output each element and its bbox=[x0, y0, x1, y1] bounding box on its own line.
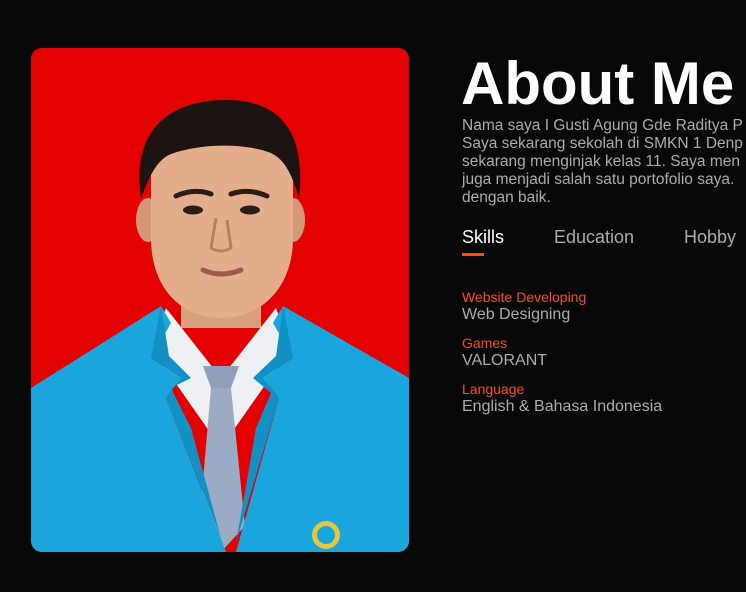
bio-line: dengan baik. bbox=[462, 189, 551, 206]
skill-value: Web Designing bbox=[462, 306, 571, 323]
active-tab-indicator bbox=[462, 253, 484, 256]
tab-hobby[interactable]: Hobby bbox=[684, 226, 736, 248]
list-item: Games VALORANT bbox=[462, 335, 547, 370]
skill-category: Games bbox=[462, 335, 508, 351]
skill-value: English & Bahasa Indonesia bbox=[462, 398, 663, 415]
skill-category: Language bbox=[462, 381, 525, 397]
profile-photo-illustration bbox=[31, 48, 409, 552]
skill-category: Website Developing bbox=[462, 289, 587, 305]
profile-photo bbox=[31, 48, 409, 552]
page-title: About Me bbox=[461, 50, 735, 117]
list-item: Website Developing Web Designing bbox=[462, 289, 586, 324]
tab-education[interactable]: Education bbox=[554, 226, 634, 248]
tab-skills[interactable]: Skills bbox=[462, 226, 504, 248]
bio-line: Nama saya I Gusti Agung Gde Raditya P bbox=[462, 117, 743, 134]
about-me-section: About Me Nama saya I Gusti Agung Gde Rad… bbox=[0, 0, 746, 592]
bio-line: juga menjadi salah satu portofolio saya. bbox=[462, 171, 735, 188]
bio-line: sekarang menginjak kelas 11. Saya men bbox=[462, 153, 741, 170]
bio-line: Saya sekarang sekolah di SMKN 1 Denp bbox=[462, 135, 743, 152]
skill-value: VALORANT bbox=[462, 352, 548, 369]
list-item: Language English & Bahasa Indonesia bbox=[462, 381, 662, 416]
bio-paragraph: Nama saya I Gusti Agung Gde Raditya P Sa… bbox=[462, 117, 746, 207]
